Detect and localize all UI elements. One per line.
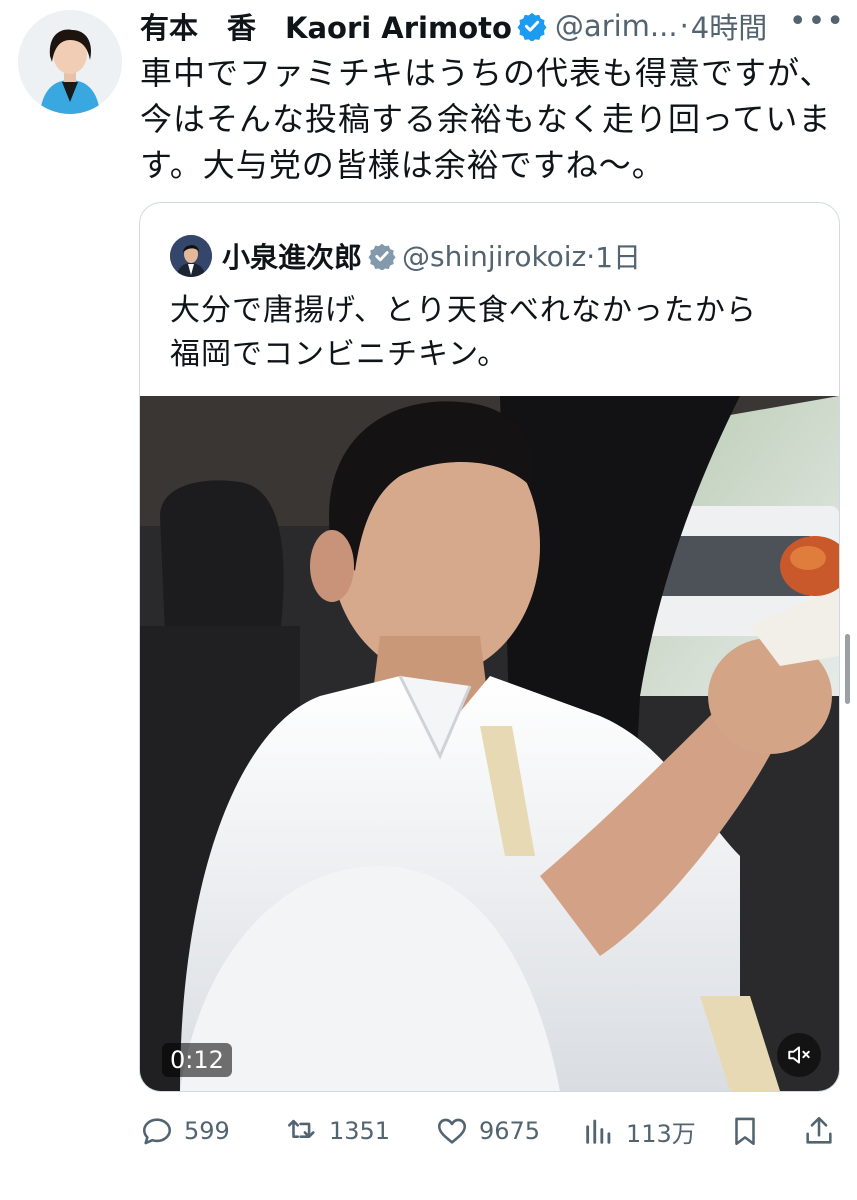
verified-badge-icon: [368, 243, 396, 270]
verified-badge-icon: [517, 12, 547, 41]
quoted-author-avatar: [170, 235, 212, 277]
scrollbar[interactable]: [845, 634, 850, 704]
tweet-text: 車中でファミチキはうちの代表も得意ですが、 今はそんな投稿する余裕もなく走り回っ…: [140, 50, 845, 188]
author-handle[interactable]: @arim...: [555, 9, 678, 43]
reply-button[interactable]: 599: [140, 1106, 230, 1156]
share-icon: [806, 1116, 832, 1144]
quoted-tweet[interactable]: 小泉進次郎 @shinjirokoiz · 1日 大分で唐揚げ、とり天食べれなか…: [139, 202, 840, 1092]
reply-count: 599: [184, 1117, 230, 1145]
quoted-tweet-text: 大分で唐揚げ、とり天食べれなかったから 福岡でコンビニチキン。: [170, 289, 757, 377]
view-count: 113万: [626, 1119, 696, 1148]
views-button[interactable]: 113万: [582, 1106, 696, 1156]
tweet-text-line: 今はそんな投稿する余裕もなく走り回っていま: [140, 100, 832, 138]
speaker-muted-icon: [788, 1046, 810, 1064]
retweet-count: 1351: [329, 1117, 391, 1145]
author-avatar[interactable]: [18, 10, 122, 114]
video-player[interactable]: 0:12: [140, 396, 839, 1091]
quoted-post-time: 1日: [595, 241, 642, 274]
author-name[interactable]: 有本 香 Kaori Arimoto: [140, 5, 512, 47]
quoted-text-line: 福岡でコンビニチキン。: [170, 337, 509, 372]
like-button[interactable]: 9675: [435, 1106, 540, 1156]
separator-dot: ·: [679, 9, 689, 43]
video-frame: [140, 396, 839, 1091]
heart-icon: [437, 1118, 467, 1144]
mute-toggle[interactable]: [777, 1033, 821, 1077]
tweet-text-line: す。大与党の皆様は余裕ですね〜。: [140, 146, 665, 184]
like-count: 9675: [479, 1117, 541, 1145]
separator-dot: ·: [586, 239, 596, 273]
quoted-author-name: 小泉進次郎: [222, 241, 363, 274]
share-button[interactable]: [802, 1106, 846, 1156]
retweet-icon: [287, 1119, 315, 1138]
quoted-author-handle: @shinjirokoiz: [402, 239, 587, 273]
bookmark-icon: [735, 1117, 755, 1146]
tweet-header: 有本 香 Kaori Arimoto @arim... · 4時間 •••: [140, 4, 845, 48]
retweet-button[interactable]: 1351: [285, 1106, 390, 1156]
bookmark-button[interactable]: [728, 1106, 772, 1156]
views-chart-icon: [586, 1119, 611, 1144]
more-options-icon[interactable]: •••: [789, 4, 845, 39]
reply-icon: [142, 1118, 172, 1145]
quoted-text-line: 大分で唐揚げ、とり天食べれなかったから: [170, 293, 757, 328]
video-duration: 0:12: [162, 1043, 232, 1077]
action-bar: 599 1351 9675 113万: [140, 1106, 845, 1156]
tweet-text-line: 車中でファミチキはうちの代表も得意ですが、: [140, 54, 833, 92]
post-time[interactable]: 4時間: [691, 5, 767, 47]
quoted-tweet-header: 小泉進次郎 @shinjirokoiz · 1日: [170, 235, 641, 277]
